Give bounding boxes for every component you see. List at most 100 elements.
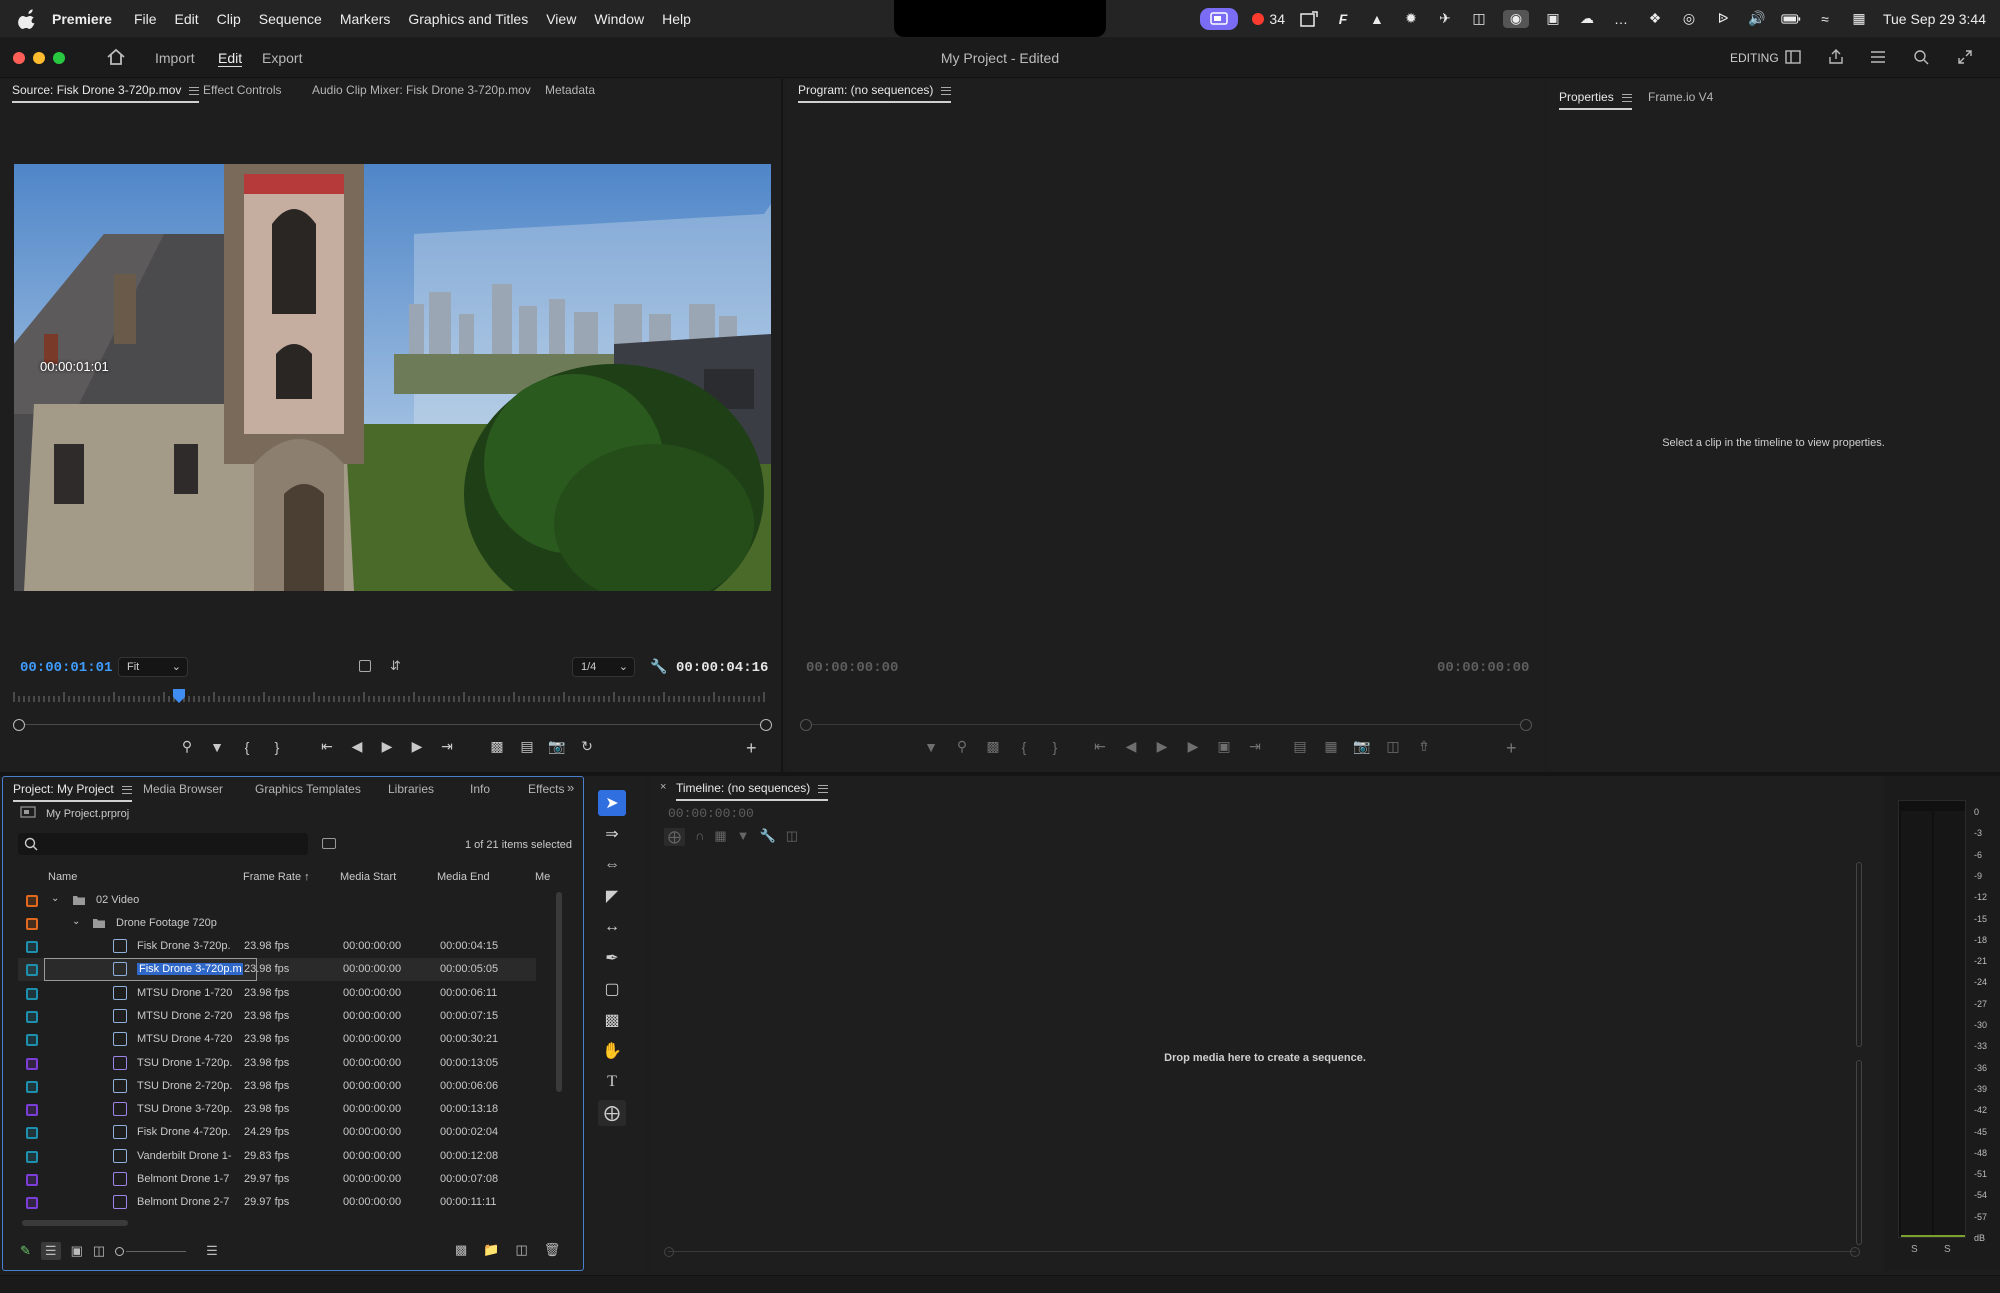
program-scrollbar-track[interactable] (806, 724, 1526, 725)
timeline-zoom-handle-right[interactable] (1850, 1247, 1860, 1257)
zoom-scrollbar-track[interactable] (18, 724, 766, 725)
camera-icon[interactable]: ◉ (1502, 9, 1529, 28)
resolution-dropdown[interactable]: 1/4 ⌄ (572, 657, 635, 677)
timeline-zoom-handle-left[interactable] (664, 1247, 674, 1257)
more-panels-icon[interactable]: » (567, 780, 574, 795)
export-icon[interactable]: ⇮ (1413, 738, 1435, 755)
column-header-media-end[interactable]: Media End (437, 871, 490, 883)
label-color-swatch[interactable] (26, 987, 38, 1000)
label-color-swatch[interactable] (26, 941, 38, 953)
menu-markers[interactable]: Markers (340, 11, 391, 27)
dropbox-icon[interactable]: ▲ (1367, 10, 1387, 28)
tab-audio-clip-mixer[interactable]: Audio Clip Mixer: Fisk Drone 3-720p.mov (312, 83, 531, 97)
close-tab-icon[interactable]: × (660, 781, 666, 793)
razor-tool-icon[interactable]: ◤ (598, 883, 626, 909)
menu-file[interactable]: File (134, 11, 157, 27)
workspace-label[interactable]: EDITING (1730, 51, 1779, 65)
menu-edit[interactable]: Edit (175, 11, 199, 27)
screen-share-icon[interactable] (1200, 7, 1239, 30)
mark-in-icon[interactable]: { (236, 739, 258, 755)
zoom-slider-track[interactable] (126, 1250, 187, 1252)
menu-help[interactable]: Help (662, 11, 691, 27)
wifi-icon[interactable]: ≈ (1815, 10, 1835, 28)
panel-menu-icon[interactable] (941, 86, 952, 95)
column-header-frame-rate[interactable]: Frame Rate ↑ (243, 871, 310, 883)
column-header-media-start[interactable]: Media Start (340, 871, 396, 883)
tab-info[interactable]: Info (470, 782, 490, 796)
selection-tool-icon[interactable]: ➤ (598, 790, 626, 816)
timeline-timecode[interactable]: 00:00:00:00 (668, 806, 754, 821)
insert-icon[interactable]: ▩ (486, 738, 508, 755)
clip-row[interactable]: Fisk Drone 4-720p. 24.29 fps 00:00:00:00 00… (18, 1121, 536, 1144)
new-item-icon[interactable]: ◫ (515, 1242, 527, 1258)
lift-icon[interactable]: ▤ (1289, 738, 1311, 755)
tab-media-browser[interactable]: Media Browser (143, 782, 223, 796)
zoom-handle-right[interactable] (760, 719, 772, 731)
step-back-icon[interactable]: ◀ (1120, 738, 1142, 755)
panel-menu-icon[interactable] (189, 86, 200, 95)
label-color-swatch[interactable] (26, 1034, 38, 1047)
menu-graphics-and-titles[interactable]: Graphics and Titles (408, 11, 528, 27)
panel-menu-icon[interactable] (818, 784, 829, 793)
dropbox-sync-icon[interactable]: ❖ (1645, 10, 1665, 28)
icon-view-icon[interactable]: ▣ (71, 1243, 83, 1259)
play-icon[interactable]: ▶ (1151, 738, 1173, 755)
label-color-swatch[interactable] (26, 1174, 38, 1186)
tab-effects[interactable]: Effects (528, 782, 564, 796)
clip-row[interactable]: MTSU Drone 1-720 23.98 fps 00:00:00:00 00:0… (18, 982, 536, 1005)
program-zoom-handle-left[interactable] (800, 719, 812, 731)
safe-margins-icon[interactable]: ▩ (982, 738, 1004, 755)
tab-frameio[interactable]: Frame.io V4 (1648, 90, 1713, 104)
panel-layout-icon[interactable] (1785, 50, 1801, 64)
recording-indicator[interactable]: 34 (1252, 11, 1285, 27)
snap-icon[interactable]: ∩ (695, 828, 704, 846)
disclosure-chevron-icon[interactable]: ⌄ (51, 893, 59, 904)
go-to-out-icon[interactable]: ⇥ (1244, 738, 1266, 755)
label-color-swatch[interactable] (26, 1127, 38, 1140)
project-horizontal-scrollbar[interactable] (22, 1220, 128, 1226)
overwrite-icon[interactable]: ▤ (516, 738, 538, 755)
tab-program[interactable]: Program: (no sequences) (798, 83, 952, 103)
go-to-out-icon[interactable]: ⇥ (436, 738, 458, 755)
fit-dropdown[interactable]: Fit ⌄ (118, 657, 188, 677)
timeline-video-scrollbar[interactable] (1856, 862, 1862, 1047)
add-button-icon[interactable]: + (1506, 738, 1517, 759)
zoom-slider-handle[interactable] (115, 1246, 125, 1256)
label-color-swatch[interactable] (26, 895, 38, 907)
label-color-swatch[interactable] (26, 918, 38, 930)
clip-row[interactable]: Fisk Drone 3-720p.m 23.98 fps 00:00:00:00 0… (18, 958, 536, 982)
mark-out-icon[interactable]: } (266, 739, 288, 755)
airdrop-icon[interactable]: ◎ (1679, 10, 1699, 28)
label-color-swatch[interactable] (26, 1057, 38, 1070)
label-color-swatch[interactable] (26, 1150, 38, 1163)
compare-icon[interactable]: ⇵ (390, 658, 401, 674)
menu-clip[interactable]: Clip (217, 11, 241, 27)
step-forward-icon[interactable]: ▶ (1182, 738, 1204, 755)
control-center-icon[interactable]: ▦ (1849, 10, 1869, 28)
label-color-swatch[interactable] (26, 964, 38, 977)
app-name-menu[interactable]: Premiere (52, 11, 112, 27)
fullscreen-icon[interactable] (1957, 49, 1973, 65)
export-frame-camera-icon[interactable]: 📷 (546, 738, 568, 755)
add-button-icon[interactable]: + (746, 738, 757, 759)
program-zoom-handle-right[interactable] (1520, 719, 1532, 731)
panel-menu-icon[interactable] (1621, 93, 1632, 102)
project-search-input[interactable] (18, 833, 308, 855)
tab-project[interactable]: Project: My Project (13, 782, 132, 802)
perplexity-icon[interactable]: ✹ (1401, 10, 1421, 28)
hand-tool-icon[interactable]: ✋ (598, 1038, 626, 1064)
search-filter-icon[interactable] (322, 838, 336, 849)
panel-menu-icon[interactable] (121, 785, 132, 794)
clip-row[interactable]: TSU Drone 2-720p. 23.98 fps 00:00:00:00 00:… (18, 1075, 536, 1098)
disclosure-chevron-icon[interactable]: ⌄ (72, 916, 80, 927)
label-color-swatch[interactable] (26, 1010, 38, 1023)
source-current-timecode[interactable]: 00:00:01:01 (20, 660, 112, 676)
wrench-icon[interactable]: 🔧 (650, 658, 667, 675)
automate-to-sequence-icon[interactable]: ▩ (455, 1242, 467, 1258)
freeform-view-icon[interactable]: ◫ (93, 1243, 105, 1259)
mark-in-icon[interactable]: { (1013, 739, 1035, 755)
source-video-frame[interactable] (14, 164, 771, 591)
menubar-clock[interactable]: Tue Sep 29 3:44 (1883, 11, 1986, 27)
type-tool-icon[interactable]: T (598, 1069, 626, 1095)
plane-icon[interactable]: ✈ (1435, 10, 1455, 28)
